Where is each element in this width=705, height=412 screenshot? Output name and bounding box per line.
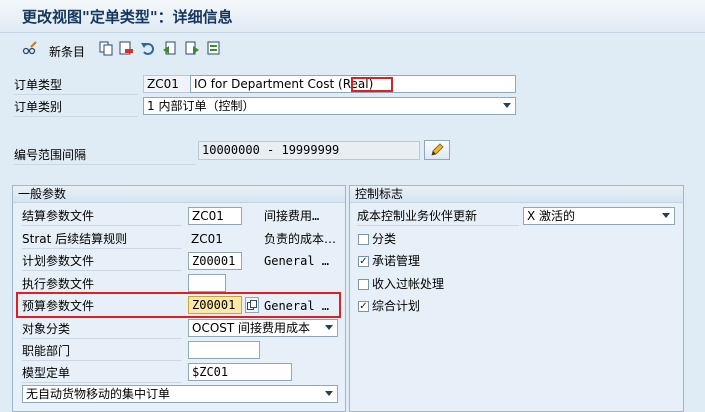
title-bar: 更改视图"定单类型"：详细信息 [0, 0, 705, 33]
strat-rule-label: Strat 后续结算规则 [22, 232, 128, 246]
revenue-posting-label: 收入过帐处理 [372, 277, 445, 291]
highlight-box-budget-profile [16, 292, 341, 318]
cost-partner-update-label: 成本控制业务伙伴更新 [357, 209, 478, 223]
number-range-field[interactable]: 10000000 - 19999999 [198, 141, 420, 160]
model-order-field[interactable]: $ZC01 [188, 363, 292, 381]
classification-label: 分类 [372, 232, 397, 246]
window-title: 更改视图"定单类型"：详细信息 [22, 8, 233, 26]
label-underline [14, 94, 138, 95]
label-underline [22, 338, 182, 339]
classification-checkbox[interactable] [358, 234, 369, 245]
label-underline [14, 164, 196, 165]
integrated-planning-label: 综合计划 [372, 299, 421, 313]
order-type-label: 订单类型 [14, 78, 63, 92]
previous-entry-icon[interactable] [162, 40, 178, 56]
cost-partner-update-dropdown[interactable]: X 激活的 [523, 207, 675, 225]
functional-area-label: 职能部门 [22, 344, 71, 358]
label-underline [22, 225, 182, 226]
new-entries-button[interactable]: 新条目 [49, 43, 85, 60]
object-class-dropdown[interactable]: OCOST 间接费用成本 [188, 319, 338, 337]
order-category-dropdown[interactable]: 1 内部订单（控制） [143, 97, 516, 115]
glasses-pencil-icon[interactable] [22, 40, 38, 56]
settlement-profile-description: 间接费用… [264, 209, 320, 223]
order-type-code-field[interactable]: ZC01 [143, 75, 191, 93]
copy-icon[interactable] [98, 40, 114, 56]
control-indicators-title: 控制标志 [350, 186, 683, 203]
commitment-management-checkbox[interactable]: ✓ [358, 256, 369, 267]
application-toolbar: 新条目 [0, 33, 705, 63]
object-class-value: OCOST 间接费用成本 [192, 321, 311, 335]
label-underline [14, 116, 138, 117]
execution-profile-field[interactable] [188, 274, 226, 292]
label-underline [22, 382, 182, 383]
object-class-label: 对象分类 [22, 322, 71, 336]
edit-number-range-button[interactable] [424, 140, 450, 160]
collective-order-dropdown[interactable]: 无自动货物移动的集中订单 [22, 385, 338, 403]
revenue-posting-checkbox[interactable] [358, 279, 369, 290]
label-underline [22, 270, 182, 271]
highlight-box-description [351, 77, 393, 92]
strat-rule-value: ZC01 [191, 232, 223, 246]
label-underline [357, 225, 519, 226]
undo-icon[interactable] [140, 40, 156, 56]
planning-profile-label: 计划参数文件 [22, 254, 95, 268]
number-range-label: 编号范围间隔 [14, 148, 87, 162]
model-order-label: 模型定单 [22, 366, 71, 380]
order-type-description-text: IO for Department Cost (Real) [194, 77, 374, 91]
planning-profile-description: General … [264, 254, 330, 268]
planning-profile-field[interactable]: Z00001 [188, 252, 242, 270]
cost-partner-update-value: X 激活的 [527, 209, 576, 223]
settlement-profile-label: 结算参数文件 [22, 209, 95, 223]
order-category-label: 订单类别 [14, 100, 63, 114]
next-entry-icon[interactable] [184, 40, 200, 56]
label-underline [22, 360, 182, 361]
collective-order-value: 无自动货物移动的集中订单 [26, 387, 171, 401]
execution-profile-label: 执行参数文件 [22, 277, 95, 291]
strat-rule-description: 负责的成本… [264, 232, 337, 246]
settlement-profile-field[interactable]: ZC01 [188, 207, 242, 225]
delete-icon[interactable] [118, 40, 134, 56]
pencil-icon [431, 143, 444, 156]
chevron-down-icon [662, 213, 670, 218]
other-entry-icon[interactable] [206, 40, 222, 56]
label-underline [22, 248, 182, 249]
integrated-planning-checkbox[interactable]: ✓ [358, 301, 369, 312]
chevron-down-icon [325, 325, 333, 330]
chevron-down-icon [503, 103, 511, 108]
general-parameters-title: 一般参数 [13, 186, 345, 203]
order-category-value: 1 内部订单（控制） [147, 99, 255, 113]
commitment-management-label: 承诺管理 [372, 254, 421, 268]
functional-area-field[interactable] [188, 341, 260, 359]
chevron-down-icon [325, 391, 333, 396]
